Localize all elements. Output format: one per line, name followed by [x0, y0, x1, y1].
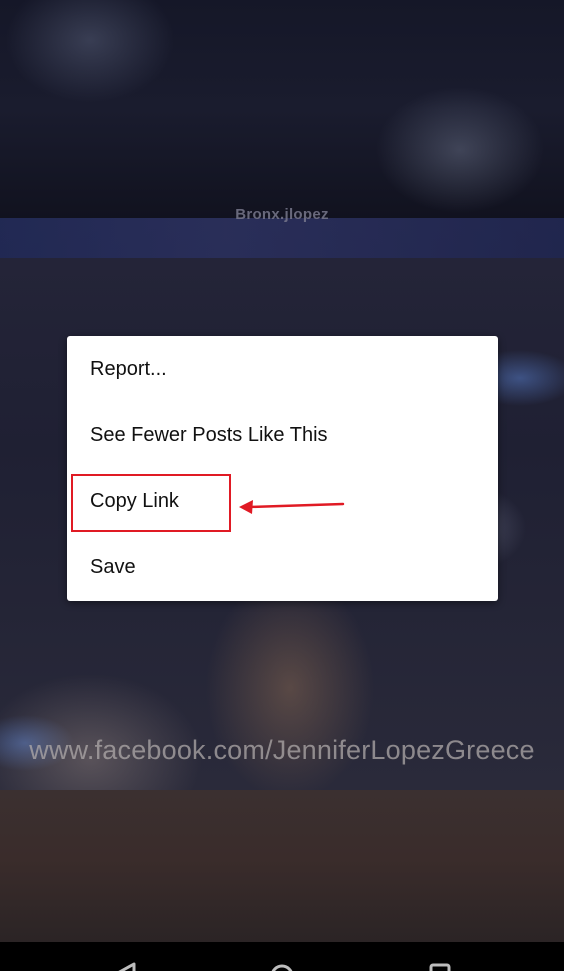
annotation-arrow-icon	[239, 500, 345, 514]
menu-item-report[interactable]: Report...	[67, 336, 498, 402]
media-background-bottom	[0, 790, 564, 942]
system-navigation-bar	[0, 942, 564, 971]
video-stage-light	[0, 218, 564, 258]
back-icon[interactable]	[104, 956, 144, 971]
video-watermark-top: Bronx.jlopez	[235, 206, 329, 223]
screen: Bronx.jlopez www.facebook.com/JenniferLo…	[0, 0, 564, 971]
media-background-top	[0, 0, 564, 218]
home-icon[interactable]	[262, 956, 302, 971]
menu-item-see-fewer-posts[interactable]: See Fewer Posts Like This	[67, 402, 498, 468]
menu-item-save[interactable]: Save	[67, 534, 498, 600]
annotation-highlight-box	[71, 474, 231, 532]
recent-apps-icon[interactable]	[420, 956, 460, 971]
video-watermark-bottom: www.facebook.com/JenniferLopezGreece	[29, 735, 535, 765]
context-menu: Report... See Fewer Posts Like This Copy…	[67, 336, 498, 601]
